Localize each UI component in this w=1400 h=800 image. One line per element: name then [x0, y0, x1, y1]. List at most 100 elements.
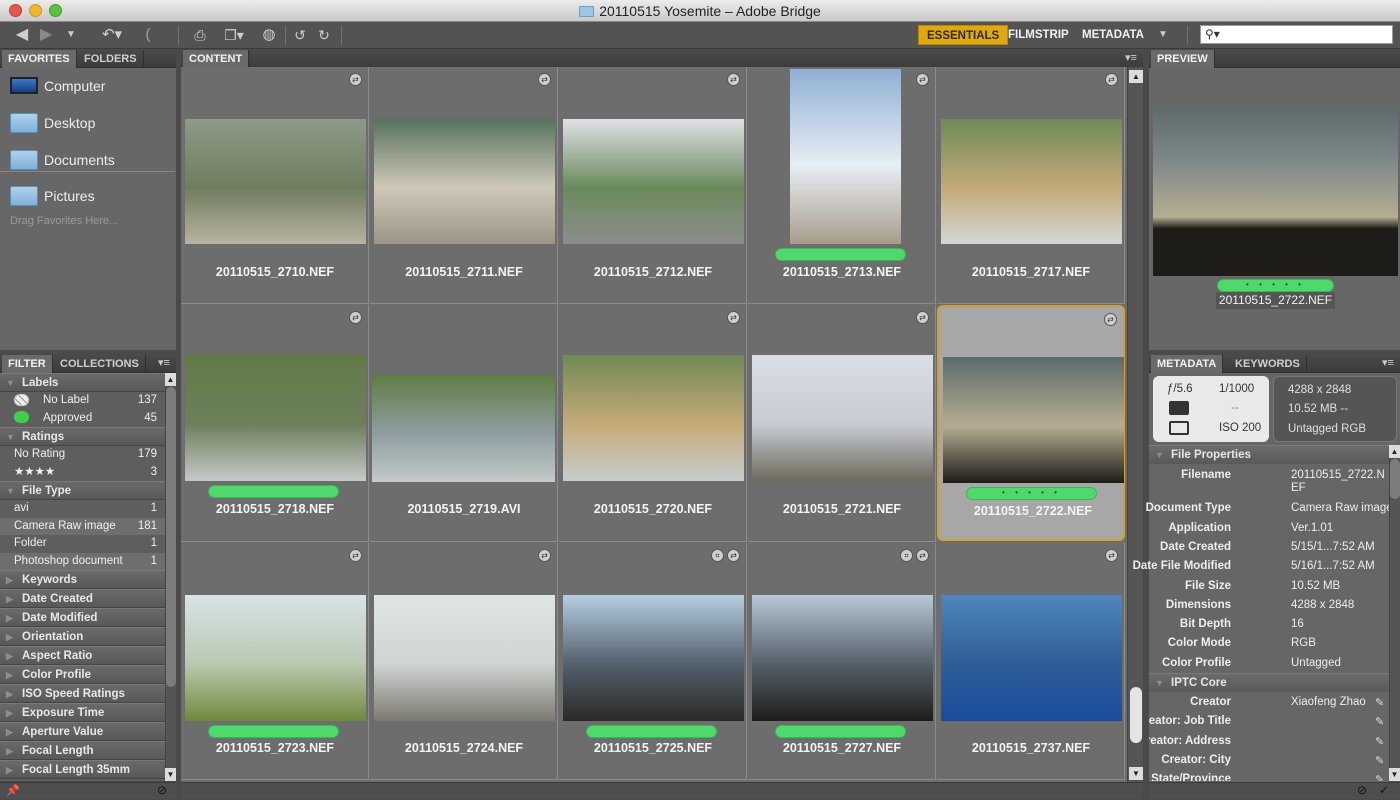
workspace-filmstrip[interactable]: FILMSTRIP	[1000, 25, 1077, 45]
scroll-thumb[interactable]	[1390, 459, 1400, 499]
thumbnail-image[interactable]	[185, 595, 366, 721]
file-properties-header[interactable]: ▼ File Properties	[1149, 445, 1389, 464]
tab-favorites[interactable]: FAVORITES	[2, 50, 77, 68]
thumbnail-cell[interactable]: ⇄ 20110515_2710.NEF	[181, 67, 369, 304]
tab-content[interactable]: CONTENT	[183, 50, 250, 68]
preview-image[interactable]	[1153, 107, 1398, 276]
metadata-row[interactable]: Creator: City ✎	[1149, 754, 1386, 773]
approved-label-bar[interactable]	[586, 725, 717, 738]
thumbnail-cell[interactable]: ⇄ 20110515_2724.NEF	[370, 543, 558, 780]
scroll-down-arrow-icon[interactable]: ▼	[1389, 768, 1400, 781]
filter-row[interactable]: Approved 45	[0, 409, 165, 427]
thumbnail-image[interactable]	[185, 355, 366, 481]
thumbnail-cell[interactable]: ⇄ 20110515_2723.NEF	[181, 543, 369, 780]
thumbnail-cell[interactable]: ⇄ 20110515_2713.NEF	[748, 67, 936, 304]
metadata-scrollbar[interactable]: ▲ ▼	[1389, 445, 1400, 782]
tab-preview[interactable]: PREVIEW	[1151, 50, 1215, 68]
recent-folders-dropdown[interactable]: ▼	[64, 25, 78, 45]
thumbnail-image[interactable]	[374, 595, 555, 721]
tab-folders[interactable]: FOLDERS	[78, 50, 144, 68]
cancel-metadata-icon[interactable]: ⊘	[1357, 783, 1367, 797]
thumbnail-image[interactable]	[372, 375, 555, 482]
filter-row[interactable]: No Label 137	[0, 392, 165, 410]
panel-menu-icon[interactable]: ▾≡	[1125, 51, 1137, 64]
scroll-up-arrow-icon[interactable]: ▲	[1389, 445, 1400, 458]
favorite-documents[interactable]: Documents	[10, 150, 115, 170]
filter-group-header[interactable]: ▶ Orientation	[0, 627, 165, 646]
approved-label-bar[interactable]: • • • • •	[966, 487, 1097, 500]
edit-pencil-icon[interactable]: ✎	[1375, 773, 1384, 781]
filter-group-header[interactable]: ▼ Labels	[0, 373, 165, 392]
approved-label-bar[interactable]	[775, 248, 906, 261]
thumbnail-cell[interactable]: ⇄ 20110515_2718.NEF	[181, 305, 369, 542]
thumbnail-cell[interactable]: ⇄ • • • • • 20110515_2722.NEF	[937, 305, 1125, 541]
iptc-core-header[interactable]: ▼ IPTC Core	[1149, 673, 1389, 692]
filter-scrollbar[interactable]: ▲ ▼	[165, 373, 176, 781]
filter-group-header[interactable]: ▶ ISO Speed Ratings	[0, 684, 165, 703]
tab-metadata[interactable]: METADATA	[1151, 355, 1224, 373]
forward-arrow-icon[interactable]: ▶	[36, 25, 56, 45]
edit-pencil-icon[interactable]: ✎	[1375, 696, 1384, 709]
tab-filter[interactable]: FILTER	[2, 355, 53, 373]
filter-row[interactable]: avi 1	[0, 500, 165, 518]
content-scrollbar[interactable]: ▲ ▼	[1127, 67, 1143, 782]
thumbnail-image[interactable]	[563, 355, 744, 481]
edit-pencil-icon[interactable]: ✎	[1375, 754, 1384, 767]
filter-group-header[interactable]: ▶ Focal Length 35mm	[0, 760, 165, 779]
workspace-more-dropdown[interactable]: ▼	[1150, 25, 1176, 45]
back-arrow-icon[interactable]: ◀	[12, 25, 32, 45]
thumbnail-cell[interactable]: ⇄ 20110515_2721.NEF	[748, 305, 936, 542]
filter-group-header[interactable]: ▶ Keywords	[0, 570, 165, 589]
filter-group-header[interactable]: ▶ Aperture Value	[0, 722, 165, 741]
thumbnail-cell[interactable]: 20110515_2719.AVI	[370, 305, 558, 542]
thumbnail-image[interactable]	[943, 357, 1124, 483]
close-window-button[interactable]	[9, 4, 22, 17]
thumbnail-cell[interactable]: ⇄ 20110515_2737.NEF	[937, 543, 1125, 780]
rotate-left-icon[interactable]: ↺	[292, 25, 308, 45]
thumbnail-cell[interactable]: ⇄ 20110515_2711.NEF	[370, 67, 558, 304]
search-input[interactable]: ⚲▾	[1200, 25, 1393, 44]
filter-row[interactable]: ★★★★ 3	[0, 463, 165, 481]
panel-menu-icon[interactable]: ▾≡	[1382, 356, 1394, 369]
filter-row[interactable]: Photoshop document 1	[0, 552, 165, 570]
filter-group-header[interactable]: ▶ Date Modified	[0, 608, 165, 627]
filter-group-header[interactable]: ▶ Focal Length	[0, 741, 165, 760]
filter-row[interactable]: Folder 1	[0, 535, 165, 553]
thumbnail-cell[interactable]: ⇄ 20110515_2720.NEF	[559, 305, 747, 542]
workspace-metadata[interactable]: METADATA	[1074, 25, 1152, 45]
workspace-essentials[interactable]: ESSENTIALS	[918, 25, 1009, 45]
scroll-thumb[interactable]	[1130, 687, 1142, 743]
thumbnail-image[interactable]	[941, 595, 1122, 721]
preview-label-rating[interactable]: • • • • •	[1217, 279, 1334, 292]
zoom-window-button[interactable]	[49, 4, 62, 17]
approved-label-bar[interactable]	[208, 725, 339, 738]
scroll-up-arrow-icon[interactable]: ▲	[1129, 70, 1143, 83]
return-to-previous-app-icon[interactable]: ↶▾	[98, 25, 126, 45]
thumbnail-cell[interactable]: ⇄ ⌗ 20110515_2725.NEF	[559, 543, 747, 780]
filter-group-header[interactable]: ▶ Color Profile	[0, 665, 165, 684]
filter-group-header[interactable]: ▼ File Type	[0, 481, 165, 500]
pin-icon[interactable]: 📌	[6, 784, 20, 797]
thumbnail-image[interactable]	[185, 119, 366, 244]
scroll-up-arrow-icon[interactable]: ▲	[165, 373, 176, 386]
tab-collections[interactable]: COLLECTIONS	[54, 355, 146, 373]
filter-row[interactable]: Camera Raw image 181	[0, 517, 165, 535]
get-photos-from-camera-icon[interactable]: ⎙	[188, 25, 212, 45]
filter-group-header[interactable]: ▶ Exposure Time	[0, 703, 165, 722]
scroll-down-arrow-icon[interactable]: ▼	[165, 768, 176, 781]
metadata-value[interactable]: Xiaofeng Zhao	[1291, 696, 1366, 708]
thumbnail-image[interactable]	[563, 119, 744, 244]
thumbnail-image[interactable]	[563, 595, 744, 721]
minimize-window-button[interactable]	[29, 4, 42, 17]
metadata-row[interactable]: Creator Xiaofeng Zhao ✎	[1149, 696, 1386, 715]
thumbnail-image[interactable]	[790, 69, 901, 244]
filter-group-header[interactable]: ▶ Aspect Ratio	[0, 646, 165, 665]
refine-icon[interactable]: ❐▾	[220, 25, 248, 45]
rotate-right-icon[interactable]: ↻	[316, 25, 332, 45]
edit-pencil-icon[interactable]: ✎	[1375, 735, 1384, 748]
thumbnail-cell[interactable]: ⇄ 20110515_2717.NEF	[937, 67, 1125, 304]
boomerang-icon[interactable]: (	[140, 25, 156, 45]
thumbnail-image[interactable]	[374, 119, 555, 244]
thumbnail-cell[interactable]: ⇄ ⌗ 20110515_2727.NEF	[748, 543, 936, 780]
apply-metadata-checkmark-icon[interactable]: ✓	[1379, 783, 1389, 797]
